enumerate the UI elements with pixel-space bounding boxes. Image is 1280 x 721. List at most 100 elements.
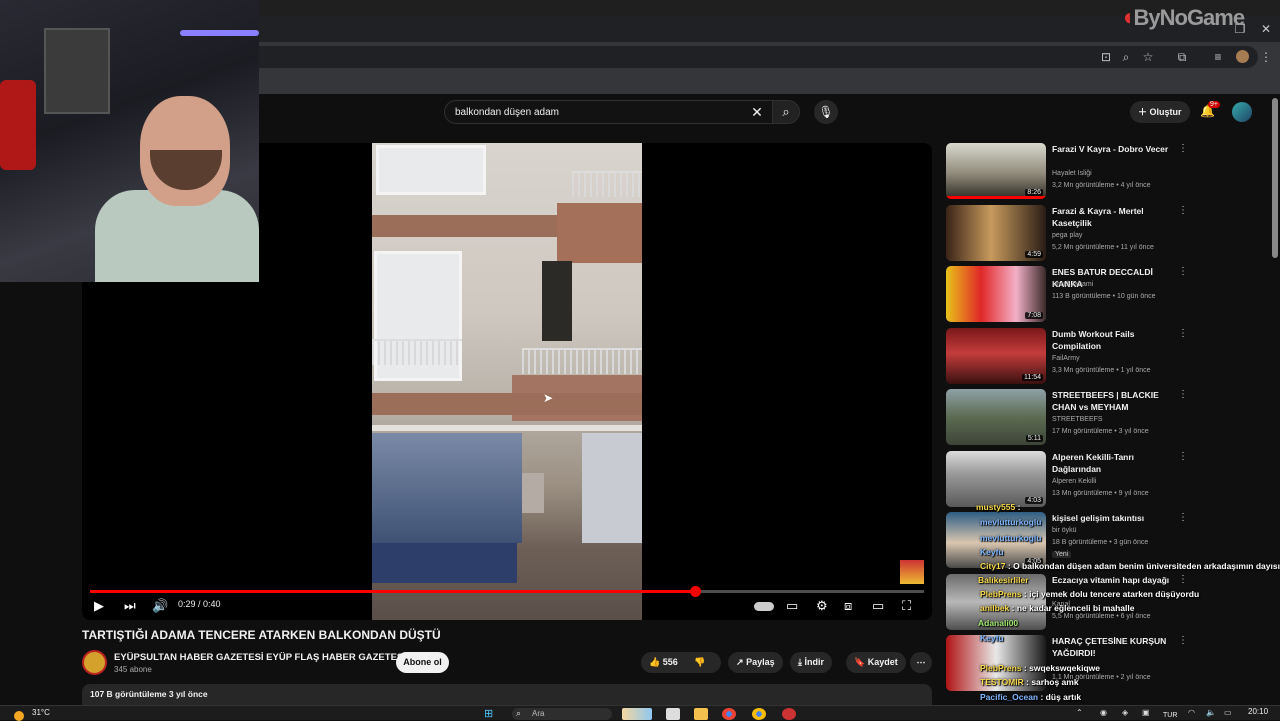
input-language[interactable]: TUR [1163, 712, 1177, 719]
speaker-icon[interactable]: 🔈 [1206, 708, 1216, 717]
subscribe-button[interactable]: Abone ol [396, 652, 449, 673]
building-balcony [522, 348, 642, 374]
tray-chevron-icon[interactable]: ⌃ [1076, 708, 1083, 717]
rec-menu-icon[interactable]: ⋮ [1178, 205, 1188, 216]
channel-avatar[interactable] [82, 650, 107, 675]
clock[interactable]: 20:10 [1248, 707, 1268, 716]
share-button[interactable]: ↗ Paylaş [728, 652, 783, 673]
rec-title[interactable]: Eczacıya vitamin hapı dayağı [1052, 574, 1176, 586]
zoom-icon[interactable]: ⌕ [1118, 50, 1134, 64]
rec-channel[interactable]: STREETBEEFS [1052, 416, 1103, 423]
tray-app-icon[interactable]: ▣ [1142, 708, 1150, 717]
rec-item[interactable]: 5:11 STREETBEEFS | BLACKIE CHAN vs MEYHAM… [946, 389, 1188, 447]
taskbar-widget[interactable] [622, 708, 652, 720]
play-icon[interactable]: ▶ [94, 598, 104, 614]
chat-text: : içi yemek dolu tencere atarken düşüyor… [1021, 589, 1200, 599]
rec-duration: 11:54 [1022, 373, 1043, 381]
rec-channel[interactable]: Uhud Jabami [1052, 281, 1093, 288]
fullscreen-icon[interactable]: ⛶ [902, 598, 911, 614]
volume-icon[interactable]: 🔊 [152, 598, 168, 614]
search-button[interactable]: ⌕ [772, 100, 800, 124]
browser-menu-icon[interactable]: ⋮ [1258, 50, 1274, 64]
rec-title[interactable]: STREETBEEFS | BLACKIE CHAN vs MEYHAM [1052, 389, 1176, 413]
page-scrollbar[interactable] [1272, 98, 1278, 258]
rec-menu-icon[interactable]: ⋮ [1178, 574, 1188, 585]
chat-username: musty555 [976, 502, 1016, 512]
wifi-icon[interactable]: ◠ [1188, 708, 1195, 717]
rec-thumbnail[interactable]: 4:03 [946, 450, 1046, 507]
search-input[interactable]: balkondan düşen adam [444, 100, 774, 124]
rec-duration: 7:08 [1025, 312, 1043, 319]
extensions-icon[interactable]: ⧉ [1174, 50, 1190, 64]
search-clear-icon[interactable]: ✕ [748, 103, 766, 121]
voice-search-button[interactable]: 🎙 [814, 100, 838, 124]
chrome-icon[interactable] [752, 708, 766, 720]
plus-icon: ＋ [1138, 107, 1148, 117]
reading-list-icon[interactable]: ≡ [1210, 50, 1226, 64]
miniplayer-icon[interactable]: ⧈ [844, 598, 852, 614]
rec-channel[interactable]: pega play [1052, 232, 1082, 239]
theater-mode-icon[interactable]: ▭ [872, 598, 884, 614]
rec-menu-icon[interactable]: ⋮ [1178, 451, 1188, 462]
more-actions-icon[interactable]: ⋯ [910, 652, 932, 673]
next-icon[interactable]: ⏭ [124, 598, 136, 614]
chrome-icon[interactable] [722, 708, 736, 720]
tray-app-icon[interactable]: ◉ [1100, 708, 1107, 717]
rec-channel[interactable]: bir öykü [1052, 527, 1077, 534]
weather-temp[interactable]: 31°C [32, 708, 50, 717]
chat-username: City17 [980, 561, 1006, 571]
rec-item[interactable]: 7:08 ENES BATUR DECCALDİ KANKA Uhud Jabami… [946, 266, 1188, 324]
file-explorer-icon[interactable] [694, 708, 708, 720]
rec-menu-icon[interactable]: ⋮ [1178, 143, 1188, 154]
rec-item[interactable]: 4:59 Farazi & Kayra - Mertel Kasetçilik pe… [946, 204, 1188, 263]
tray-app-icon[interactable]: ◈ [1122, 708, 1128, 717]
video-frame[interactable] [372, 143, 642, 620]
subtitles-icon[interactable]: ▭ [786, 598, 798, 614]
rec-menu-icon[interactable]: ⋮ [1178, 266, 1188, 277]
rec-menu-icon[interactable]: ⋮ [1178, 389, 1188, 400]
create-button[interactable]: ＋ Oluştur [1130, 101, 1190, 123]
rec-menu-icon[interactable]: ⋮ [1178, 328, 1188, 339]
rec-title[interactable]: Dumb Workout Fails Compilation [1052, 328, 1176, 352]
rec-item[interactable]: 4:03 Alperen Kekilli-Tanrı Dağlarından Alp… [946, 450, 1188, 509]
rec-thumbnail[interactable]: 4:59 [946, 204, 1046, 261]
rec-meta: 3,3 Mn görüntüleme • 1 yıl önce [1052, 366, 1151, 374]
progress-scrubber[interactable] [689, 586, 701, 597]
rec-channel[interactable]: FailArmy [1052, 355, 1080, 362]
rec-title[interactable]: Farazi V Kayra - Dobro Vecer [1052, 143, 1176, 155]
rec-thumbnail[interactable]: 5:11 [946, 389, 1046, 445]
autoplay-toggle[interactable] [754, 602, 774, 611]
profile-avatar[interactable] [1236, 50, 1249, 63]
rec-item[interactable]: 8:26 Farazi V Kayra - Dobro Vecer Hayalet … [946, 143, 1188, 201]
rec-thumbnail[interactable]: 8:26 [946, 143, 1046, 199]
rec-title[interactable]: Alperen Kekilli-Tanrı Dağlarından [1052, 451, 1176, 475]
app-icon[interactable] [782, 708, 796, 720]
rec-channel[interactable]: Alperen Kekilli [1052, 478, 1096, 485]
time-display: 0:29 / 0:40 [178, 599, 221, 609]
bookmark-star-icon[interactable]: ☆ [1140, 50, 1156, 64]
download-button[interactable]: ⤓ İndir [790, 652, 832, 673]
channel-name[interactable]: EYÜPSULTAN HABER GAZETESİ EYÜP FLAŞ HABE… [114, 652, 406, 663]
rec-thumbnail[interactable]: 11:54 [946, 327, 1046, 384]
install-app-icon[interactable]: ⊡ [1098, 50, 1114, 64]
rec-title[interactable]: Farazi & Kayra - Mertel Kasetçilik [1052, 205, 1176, 229]
rec-title[interactable]: HARAÇ ÇETESİNE KURŞUN YAĞDIRDI! [1052, 635, 1176, 659]
settings-gear-icon[interactable]: ⚙ [816, 598, 828, 614]
rec-menu-icon[interactable]: ⋮ [1178, 635, 1188, 646]
rec-meta: 18 B görüntüleme • 3 gün önce [1052, 539, 1149, 546]
rec-menu-icon[interactable]: ⋮ [1178, 512, 1188, 523]
rec-title[interactable]: kişisel gelişim takıntısı [1052, 512, 1176, 524]
rec-item[interactable]: 11:54 Dumb Workout Fails Compilation FailA… [946, 327, 1188, 386]
dislike-icon[interactable]: 👎 [694, 657, 705, 667]
channel-watermark-thumb[interactable] [900, 560, 924, 584]
save-button[interactable]: 🔖 Kaydet [846, 652, 906, 673]
task-view-icon[interactable] [666, 708, 680, 720]
rec-thumbnail[interactable]: 7:08 [946, 266, 1046, 322]
battery-icon[interactable]: ▭ [1224, 708, 1232, 717]
rec-channel[interactable]: Hayalet Isliği [1052, 170, 1092, 177]
like-count[interactable]: 556 [663, 657, 678, 667]
start-windows-icon[interactable]: ⊞ [484, 708, 493, 720]
like-icon[interactable]: 👍 [649, 657, 660, 667]
taskbar-search[interactable]: Ara [512, 708, 612, 720]
account-avatar[interactable] [1232, 102, 1252, 122]
